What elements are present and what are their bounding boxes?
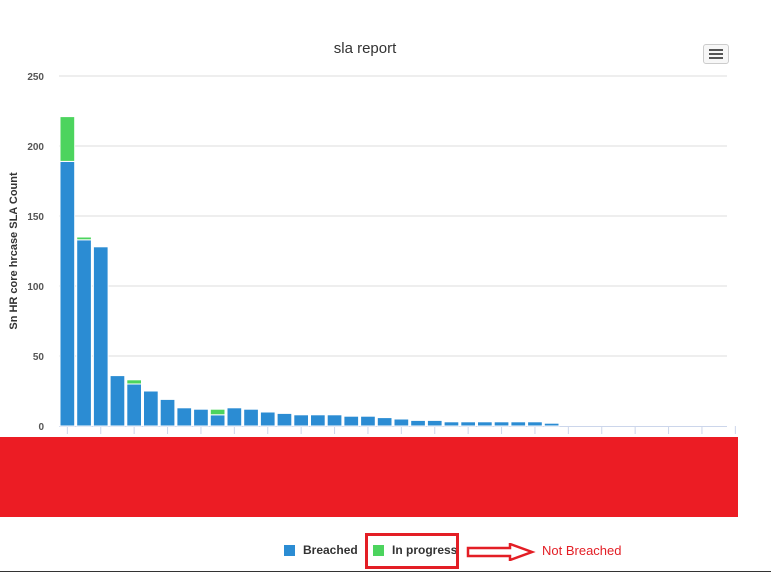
bar-breached [493, 421, 510, 427]
bar-breached [477, 421, 493, 427]
chart-title: sla report [333, 40, 397, 57]
legend-item-breached[interactable]: Breached [284, 543, 358, 557]
bar-in-progress [126, 379, 143, 385]
legend-label: Breached [303, 543, 358, 557]
bar-breached [226, 407, 243, 427]
bar-breached [527, 421, 543, 427]
divider [0, 571, 771, 572]
bar-breached [159, 398, 176, 427]
bar-breached [243, 408, 259, 427]
bar-breached [443, 421, 460, 427]
bar-in-progress [209, 408, 226, 416]
y-tick-label: 150 [27, 212, 44, 223]
bar-breached [92, 246, 109, 427]
arrow-icon [466, 543, 536, 561]
redaction-block [0, 437, 738, 517]
legend-swatch-breached [284, 544, 295, 556]
y-tick-label: 0 [38, 422, 44, 433]
y-tick-label: 200 [27, 142, 44, 153]
bar-breached [326, 414, 343, 427]
bar-breached [209, 414, 226, 427]
y-tick-label: 100 [27, 282, 44, 293]
bar-breached [193, 408, 209, 427]
bar-breached [543, 422, 560, 427]
bar-breached [343, 415, 360, 427]
bar-breached [59, 160, 76, 427]
y-tick-label: 50 [33, 352, 45, 363]
bar-breached [76, 239, 92, 427]
bar-breached [176, 407, 193, 427]
bar-breached [143, 390, 159, 427]
chart-menu-button[interactable] [703, 44, 729, 64]
bar-breached [376, 417, 393, 427]
y-tick-label: 250 [27, 72, 44, 83]
highlight-box [365, 533, 459, 569]
bar-breached [293, 414, 309, 427]
bar-breached [360, 415, 376, 427]
bar-breached [410, 419, 426, 427]
hamburger-line [709, 53, 723, 55]
hamburger-line [709, 57, 723, 59]
hamburger-icon [709, 49, 723, 51]
bar-breached [426, 419, 443, 427]
y-axis-label: Sn HR core hrcase SLA Count [8, 172, 20, 330]
bar-breached [510, 421, 527, 427]
bar-breached [276, 412, 293, 427]
bar-breached [259, 411, 276, 427]
bar-breached [393, 418, 410, 427]
bar-in-progress [76, 236, 92, 241]
annotation-note: Not Breached [542, 543, 622, 558]
bar-breached [109, 375, 126, 427]
bar-breached [126, 383, 143, 427]
bar-in-progress [59, 116, 76, 162]
bar-breached [310, 414, 326, 427]
bar-breached [460, 421, 476, 427]
